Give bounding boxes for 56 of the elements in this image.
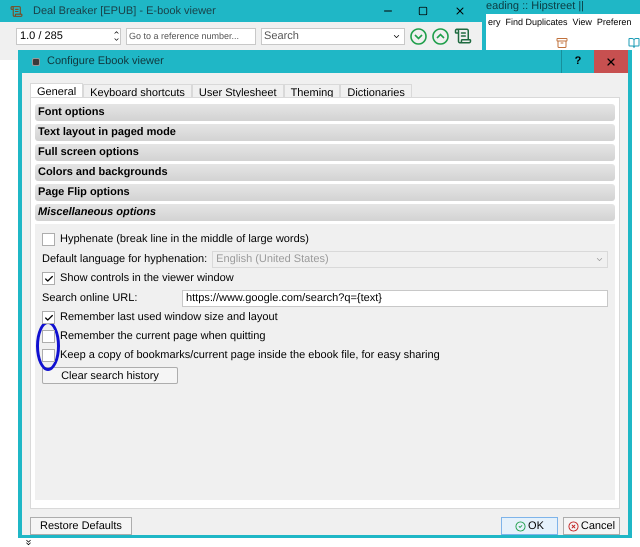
option-label: Hyphenate (break line in the middle of large words) (60, 232, 309, 248)
dialog-icon (32, 58, 40, 66)
archive-icon[interactable] (556, 36, 568, 50)
menu-item[interactable]: Find Duplicates (506, 16, 568, 30)
check-circle-icon (515, 520, 526, 532)
url-field[interactable]: https://www.google.com/search?q={text} (182, 290, 608, 306)
option-label: Remember last used window size and layout (60, 310, 278, 326)
option-label: Show controls in the viewer window (60, 271, 234, 286)
close-button[interactable] (594, 50, 628, 73)
spin-down-icon[interactable] (113, 36, 120, 43)
section-header[interactable]: Miscellaneous options (35, 204, 615, 221)
search-field[interactable]: Search (261, 28, 405, 44)
cancel-circle-icon (568, 520, 579, 532)
tab[interactable]: Dictionaries (340, 84, 412, 97)
chevrons-icon[interactable] (24, 538, 33, 547)
check-icon (44, 312, 54, 322)
clear-history-button[interactable]: Clear search history (42, 367, 178, 384)
find-next-icon[interactable] (410, 28, 427, 44)
tab[interactable]: Keyboard shortcuts (83, 84, 192, 97)
dialog-title: Configure Ebook viewer (47, 54, 165, 70)
close-icon (605, 56, 617, 68)
section-header[interactable]: Page Flip options (35, 184, 615, 201)
section-header[interactable]: Font options (35, 104, 615, 121)
book-icon[interactable] (628, 36, 640, 50)
option-label: Keep a copy of bookmarks/current page inside the ebook file, for easy sharing (60, 348, 440, 364)
spin-up-icon[interactable] (113, 29, 120, 36)
scroll-icon[interactable] (454, 27, 472, 45)
maximize-icon[interactable] (418, 6, 428, 16)
page-spinbox[interactable]: 1.0 / 285 (16, 28, 121, 44)
section-header[interactable]: Full screen options (35, 144, 615, 161)
reference-field[interactable]: Go to a reference number... (126, 28, 256, 44)
menu-item[interactable]: View (572, 16, 592, 30)
checkbox[interactable] (42, 233, 55, 246)
option-label: Remember the current page when quitting (60, 329, 266, 344)
tab[interactable]: User Stylesheet (192, 84, 284, 97)
section-header[interactable]: Text layout in paged mode (35, 124, 615, 141)
tab[interactable]: Theming (284, 84, 340, 97)
menu-item[interactable]: Preferen (596, 16, 632, 30)
checkbox[interactable] (42, 272, 55, 285)
section-header[interactable]: Colors and backgrounds (35, 164, 615, 181)
close-icon[interactable] (454, 5, 466, 17)
find-previous-icon[interactable] (432, 28, 449, 44)
tab[interactable]: General (30, 83, 84, 97)
checkbox[interactable] (42, 330, 55, 343)
window-title: Deal Breaker [EPUB] - E-book viewer (33, 4, 217, 19)
check-icon (44, 274, 54, 284)
window-title: eading :: Hipstreet || (486, 0, 584, 14)
option-label: Search online URL: (42, 290, 138, 306)
ok-button[interactable]: OK (501, 517, 558, 535)
checkbox[interactable] (42, 311, 55, 324)
cancel-button[interactable]: Cancel (563, 517, 620, 535)
restore-defaults-button[interactable]: Restore Defaults (30, 517, 132, 535)
menu-item[interactable]: ery (488, 16, 501, 30)
option-label: Default language for hyphenation: (42, 252, 208, 267)
app-icon (10, 4, 23, 18)
checkbox[interactable] (42, 349, 55, 362)
